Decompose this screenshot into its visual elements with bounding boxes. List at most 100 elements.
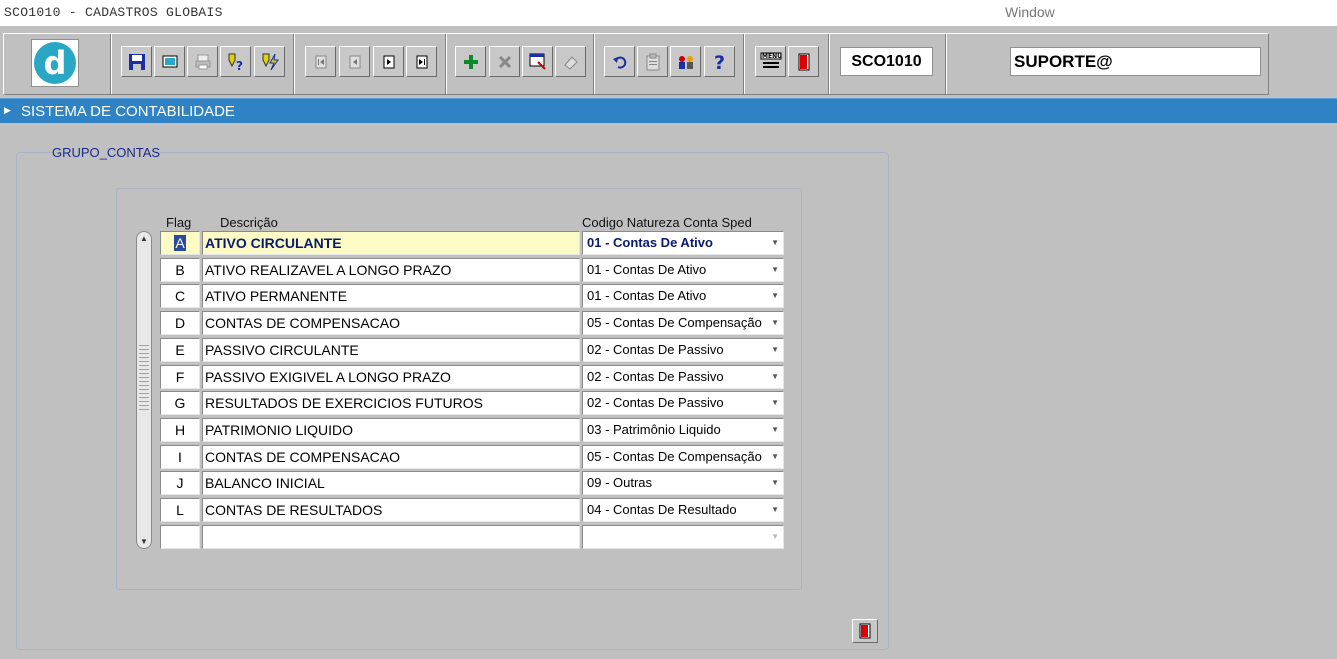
natureza-select[interactable]: 05 - Contas De Compensação ▼ (582, 311, 784, 336)
descricao-cell[interactable]: PATRIMONIO LIQUIDO (202, 417, 580, 442)
descricao-cell[interactable] (202, 524, 580, 549)
flag-cell[interactable]: E (160, 337, 200, 362)
natureza-select[interactable]: 01 - Contas De Ativo ▼ (582, 257, 784, 282)
table-row[interactable]: C ATIVO PERMANENTE 01 - Contas De Ativo ▼ (160, 284, 786, 309)
help-button[interactable]: ? (704, 46, 735, 77)
previous-record-button[interactable] (339, 46, 370, 77)
next-record-button[interactable] (373, 46, 404, 77)
flag-value: I (178, 448, 182, 465)
title-bar: SCO1010 - CADASTROS GLOBAIS Window (0, 0, 1337, 26)
chevron-down-icon[interactable]: ▼ (771, 446, 779, 468)
table-row[interactable]: H PATRIMONIO LIQUIDO 03 - Patrimônio Liqui… (160, 417, 786, 442)
eraser-icon (563, 55, 578, 70)
expand-icon[interactable]: ▶ (4, 106, 11, 116)
table-row[interactable]: B ATIVO REALIZAVEL A LONGO PRAZO 01 - Cont… (160, 257, 786, 282)
delete-record-button[interactable] (489, 46, 520, 77)
descricao-cell[interactable]: PASSIVO EXIGIVEL A LONGO PRAZO (202, 364, 580, 389)
flag-cell[interactable]: H (160, 417, 200, 442)
system-title: SISTEMA DE CONTABILIDADE (21, 103, 235, 120)
chevron-down-icon[interactable]: ▼ (771, 312, 779, 334)
flag-cell[interactable] (160, 524, 200, 549)
natureza-select[interactable]: 01 - Contas De Ativo ▼ (582, 231, 784, 255)
toolbar-separator (593, 34, 595, 94)
natureza-value: 02 - Contas De Passivo (587, 341, 724, 357)
natureza-select[interactable]: 03 - Patrimônio Liquido ▼ (582, 417, 784, 442)
descricao-cell[interactable]: ATIVO REALIZAVEL A LONGO PRAZO (202, 257, 580, 282)
chevron-down-icon[interactable]: ▼ (771, 472, 779, 494)
natureza-value: 03 - Patrimônio Liquido (587, 421, 721, 437)
flag-cell[interactable]: C (160, 284, 200, 309)
scroll-up-icon[interactable]: ▲ (139, 234, 149, 243)
descricao-cell[interactable]: CONTAS DE RESULTADOS (202, 498, 580, 522)
flag-cell[interactable]: I (160, 444, 200, 469)
chevron-down-icon[interactable]: ▼ (771, 499, 779, 521)
table-row[interactable]: J BALANCO INICIAL 09 - Outras ▼ (160, 471, 786, 496)
question-icon: ? (714, 52, 725, 72)
execute-query-button[interactable] (254, 46, 285, 77)
natureza-select[interactable]: 09 - Outras ▼ (582, 471, 784, 496)
save-button[interactable] (121, 46, 152, 77)
table-row[interactable]: ▼ (160, 524, 786, 549)
chevron-down-icon[interactable]: ▼ (771, 392, 779, 414)
toolbar-separator (828, 34, 830, 94)
chevron-down-icon[interactable]: ▼ (771, 285, 779, 307)
table-row[interactable]: L CONTAS DE RESULTADOS 04 - Contas De Resu… (160, 498, 786, 522)
descricao-cell[interactable]: ATIVO PERMANENTE (202, 284, 580, 309)
exit-button[interactable] (788, 46, 819, 77)
chevron-down-icon[interactable]: ▼ (771, 366, 779, 388)
toolbar-separator (110, 34, 112, 94)
natureza-select[interactable]: 02 - Contas De Passivo ▼ (582, 391, 784, 416)
query-help-button[interactable]: ? (220, 46, 251, 77)
natureza-select[interactable]: 05 - Contas De Compensação ▼ (582, 444, 784, 469)
chevron-down-icon[interactable]: ▼ (771, 419, 779, 441)
flag-cell[interactable]: L (160, 498, 200, 522)
menu-button[interactable]: MENU (755, 46, 786, 77)
chevron-down-icon[interactable]: ▼ (771, 339, 779, 361)
natureza-select[interactable]: 04 - Contas De Resultado ▼ (582, 498, 784, 522)
table-row[interactable]: E PASSIVO CIRCULANTE 02 - Contas De Passiv… (160, 337, 786, 362)
natureza-select[interactable]: 02 - Contas De Passivo ▼ (582, 337, 784, 362)
insert-record-button[interactable] (455, 46, 486, 77)
first-record-button[interactable] (305, 46, 336, 77)
descricao-cell[interactable]: BALANCO INICIAL (202, 471, 580, 496)
flag-cell[interactable]: B (160, 257, 200, 282)
table-row[interactable]: D CONTAS DE COMPENSACAO 05 - Contas De Com… (160, 311, 786, 336)
company-logo: d (31, 39, 79, 87)
clear-button[interactable] (555, 46, 586, 77)
descricao-cell[interactable]: CONTAS DE COMPENSACAO (202, 444, 580, 469)
flag-cell[interactable]: J (160, 471, 200, 496)
records-scrollbar[interactable]: ▲ ▼ (136, 231, 152, 549)
last-record-button[interactable] (406, 46, 437, 77)
natureza-select[interactable]: 02 - Contas De Passivo ▼ (582, 364, 784, 389)
natureza-select[interactable]: ▼ (582, 524, 784, 549)
users-button[interactable] (670, 46, 701, 77)
clipboard-button[interactable] (637, 46, 668, 77)
descricao-cell[interactable]: RESULTADOS DE EXERCICIOS FUTUROS (202, 391, 580, 416)
flag-cell[interactable]: G (160, 391, 200, 416)
window-menu[interactable]: Window (1005, 4, 1055, 20)
clipboard-icon (646, 53, 659, 70)
natureza-select[interactable]: 01 - Contas De Ativo ▼ (582, 284, 784, 309)
chevron-down-icon[interactable]: ▼ (771, 232, 779, 254)
screen-button[interactable] (154, 46, 185, 77)
undo-button[interactable] (604, 46, 635, 77)
flag-value: J (176, 475, 184, 492)
print-button[interactable] (187, 46, 218, 77)
flag-cell[interactable]: A (160, 231, 200, 255)
flag-value: D (174, 315, 186, 332)
table-row[interactable]: G RESULTADOS DE EXERCICIOS FUTUROS 02 - Co… (160, 391, 786, 416)
descricao-cell[interactable]: ATIVO CIRCULANTE (202, 231, 580, 255)
chevron-down-icon[interactable]: ▼ (771, 259, 779, 281)
flag-cell[interactable]: D (160, 311, 200, 336)
descricao-cell[interactable]: CONTAS DE COMPENSACAO (202, 311, 580, 336)
table-row[interactable]: I CONTAS DE COMPENSACAO 05 - Contas De Com… (160, 444, 786, 469)
table-row[interactable]: F PASSIVO EXIGIVEL A LONGO PRAZO 02 - Cont… (160, 364, 786, 389)
chevron-down-icon[interactable]: ▼ (771, 526, 779, 548)
form-exit-button[interactable] (852, 619, 878, 643)
descricao-cell[interactable]: PASSIVO CIRCULANTE (202, 337, 580, 362)
flag-cell[interactable]: F (160, 364, 200, 389)
table-row[interactable]: A ATIVO CIRCULANTE 01 - Contas De Ativo ▼ (160, 231, 786, 255)
scroll-down-icon[interactable]: ▼ (139, 537, 149, 546)
scroll-thumb[interactable] (139, 342, 149, 412)
edit-record-button[interactable] (522, 46, 553, 77)
